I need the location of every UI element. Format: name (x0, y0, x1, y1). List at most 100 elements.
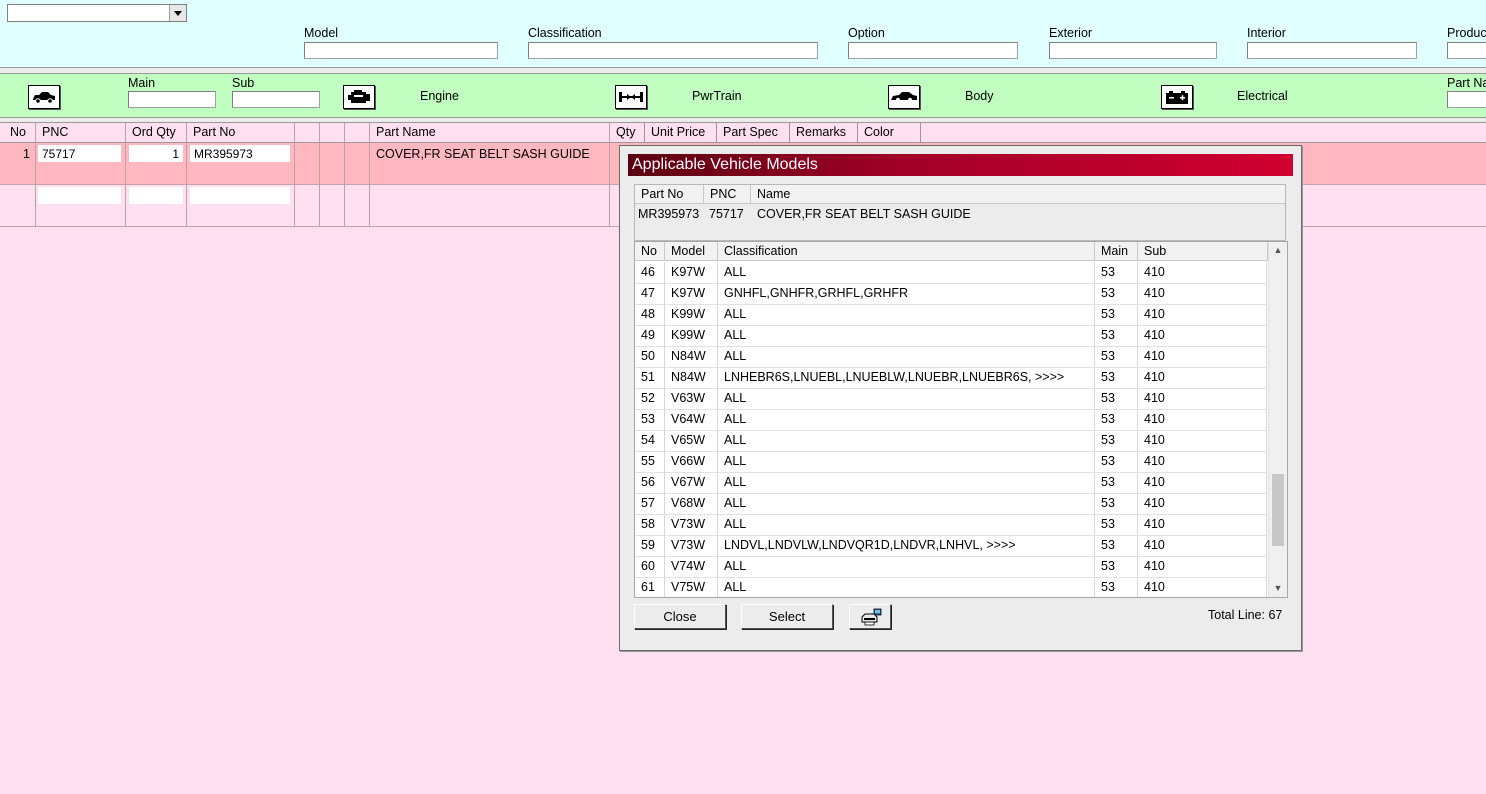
cell-main: 53 (1095, 535, 1138, 556)
column-divider (125, 123, 126, 226)
col-blank-3[interactable] (345, 123, 370, 142)
cell-main: 53 (1095, 283, 1138, 304)
select-button[interactable]: Select (741, 604, 833, 629)
production-field[interactable] (1447, 42, 1486, 59)
vehicle-button[interactable] (28, 85, 60, 109)
list-col-model[interactable]: Model (665, 242, 718, 261)
close-button[interactable]: Close (634, 604, 726, 629)
cell-sub: 410 (1138, 493, 1267, 514)
list-item[interactable]: 54 V65W ALL 53 410 (635, 430, 1267, 452)
list-item[interactable]: 57 V68W ALL 53 410 (635, 493, 1267, 515)
classification-field[interactable] (528, 42, 818, 59)
body-button[interactable] (888, 85, 920, 109)
cell-no: 51 (635, 367, 665, 388)
col-blank-1[interactable] (295, 123, 320, 142)
electrical-button[interactable] (1161, 85, 1193, 109)
sub-label: Sub (232, 76, 255, 90)
list-item[interactable]: 48 K99W ALL 53 410 (635, 304, 1267, 326)
filter-label-exterior: Exterior (1049, 26, 1093, 40)
interior-field[interactable] (1247, 42, 1417, 59)
part-name-field[interactable] (1447, 91, 1486, 108)
list-item[interactable]: 49 K99W ALL 53 410 (635, 325, 1267, 347)
dialog-title[interactable]: Applicable Vehicle Models (628, 154, 1293, 176)
part-name-label: Part Na (1447, 76, 1486, 90)
powertrain-button[interactable] (615, 85, 647, 109)
cell-sub: 410 (1138, 472, 1267, 493)
cell-sub: 410 (1138, 388, 1267, 409)
category-label-electrical: Electrical (1237, 89, 1288, 103)
cell-classification: ALL (718, 304, 1095, 325)
list-item[interactable]: 51 N84W LNHEBR6S,LNUEBL,LNUEBLW,LNUEBR,LNU… (635, 367, 1267, 389)
col-color[interactable]: Color (858, 123, 921, 142)
list-item[interactable]: 46 K97W ALL 53 410 (635, 262, 1267, 284)
cell-classification: ALL (718, 451, 1095, 472)
vertical-scrollbar[interactable]: ▲ ▼ (1268, 242, 1287, 597)
cell-classification: LNHEBR6S,LNUEBL,LNUEBLW,LNUEBR,LNUEBR6S,… (718, 367, 1095, 388)
col-no[interactable]: No (4, 123, 36, 142)
col-part-no[interactable]: Part No (187, 123, 295, 142)
cell-model: V66W (665, 451, 718, 472)
print-button[interactable] (849, 604, 891, 629)
cell-sub: 410 (1138, 346, 1267, 367)
scroll-down-icon[interactable]: ▼ (1269, 580, 1287, 597)
chevron-down-icon[interactable] (169, 5, 186, 21)
vehicle-models-list[interactable]: No Model Classification Main Sub 46 K97W A… (634, 241, 1288, 598)
model-field[interactable] (304, 42, 498, 59)
battery-icon (1164, 89, 1190, 105)
list-item[interactable]: 55 V66W ALL 53 410 (635, 451, 1267, 473)
model-dropdown[interactable] (7, 4, 187, 22)
list-col-no[interactable]: No (635, 242, 665, 261)
pnc-field[interactable] (38, 145, 121, 162)
cell-model: V67W (665, 472, 718, 493)
col-ord-qty[interactable]: Ord Qty (126, 123, 187, 142)
cell-classification: ALL (718, 262, 1095, 283)
cell-no: 60 (635, 556, 665, 577)
list-item[interactable]: 58 V73W ALL 53 410 (635, 514, 1267, 536)
col-remarks[interactable]: Remarks (790, 123, 858, 142)
list-item[interactable]: 50 N84W ALL 53 410 (635, 346, 1267, 368)
col-part-spec[interactable]: Part Spec (717, 123, 790, 142)
cell-sub: 410 (1138, 535, 1267, 556)
main-field[interactable] (128, 91, 216, 108)
cell-main: 53 (1095, 430, 1138, 451)
column-divider (319, 123, 320, 226)
column-divider (35, 123, 36, 226)
ord-qty-field[interactable] (129, 145, 183, 162)
filter-label-model: Model (304, 26, 339, 40)
option-field[interactable] (848, 42, 1018, 59)
engine-button[interactable] (343, 85, 375, 109)
col-part-name[interactable]: Part Name (370, 123, 610, 142)
list-item[interactable]: 61 V75W ALL 53 410 (635, 577, 1267, 597)
part-no-field[interactable] (190, 187, 290, 204)
cell-main: 53 (1095, 514, 1138, 535)
list-item[interactable]: 60 V74W ALL 53 410 (635, 556, 1267, 578)
part-no-field[interactable] (190, 145, 290, 162)
list-item[interactable]: 59 V73W LNDVL,LNDVLW,LNDVQR1D,LNDVR,LNHVL,… (635, 535, 1267, 557)
list-col-classification[interactable]: Classification (718, 242, 1095, 261)
scroll-thumb[interactable] (1272, 474, 1284, 546)
car-icon (31, 90, 57, 104)
cell-main: 53 (1095, 556, 1138, 577)
pnc-field[interactable] (38, 187, 121, 204)
list-item[interactable]: 53 V64W ALL 53 410 (635, 409, 1267, 431)
exterior-field[interactable] (1049, 42, 1217, 59)
col-unit-price[interactable]: Unit Price (645, 123, 717, 142)
cell-classification: ALL (718, 493, 1095, 514)
filter-label-interior: Interior (1247, 26, 1286, 40)
ord-qty-field[interactable] (129, 187, 183, 204)
cell-classification: LNDVL,LNDVLW,LNDVQR1D,LNDVR,LNHVL, >>>> (718, 535, 1095, 556)
list-item[interactable]: 56 V67W ALL 53 410 (635, 472, 1267, 494)
cell-no: 53 (635, 409, 665, 430)
list-col-main[interactable]: Main (1095, 242, 1138, 261)
info-part-no: MR395973 (638, 207, 700, 221)
cell-sub: 410 (1138, 514, 1267, 535)
list-item[interactable]: 47 K97W GNHFL,GNHFR,GRHFL,GRHFR 53 410 (635, 283, 1267, 305)
col-pnc[interactable]: PNC (36, 123, 126, 142)
list-col-sub[interactable]: Sub (1138, 242, 1268, 261)
sub-field[interactable] (232, 91, 320, 108)
scroll-up-icon[interactable]: ▲ (1269, 242, 1287, 259)
list-item[interactable]: 52 V63W ALL 53 410 (635, 388, 1267, 410)
col-qty[interactable]: Qty (610, 123, 645, 142)
column-divider (369, 123, 370, 226)
col-blank-2[interactable] (320, 123, 345, 142)
